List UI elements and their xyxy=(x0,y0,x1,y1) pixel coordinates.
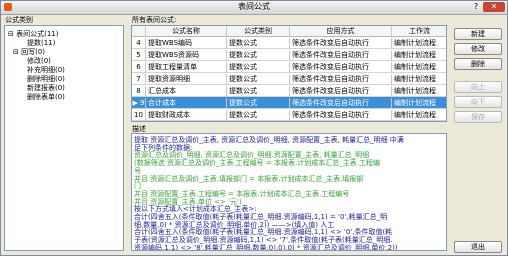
table-row[interactable]: 6 提取工程量清单 提数公式 筛选条件改变后自动执行 编制计划流程 xyxy=(132,61,446,73)
table-cell: 编制计划流程 xyxy=(392,62,446,72)
table-cell: 提取资源明细 xyxy=(146,74,227,84)
description-line: 资源编码,1,1) <> '8',耗量汇总_明细.数量,0),0),0) * 资… xyxy=(134,243,398,251)
table-cell: 提取工程量清单 xyxy=(146,62,227,72)
row-number: 8 xyxy=(132,86,146,96)
table-cell: 提取财政成本 xyxy=(146,110,227,120)
table-cell: 合计成本 xyxy=(146,98,227,108)
row-number: ▶ 9 xyxy=(132,98,146,108)
grid-label: 所有表间公式: xyxy=(132,16,177,24)
table-cell: 筛选条件改变后自动执行 xyxy=(290,38,392,48)
tree-item-delete-form[interactable]: 删除表单(0) xyxy=(27,93,65,101)
table-cell: 筛选条件改变后自动执行 xyxy=(290,50,392,60)
column-header[interactable]: 工作流 xyxy=(392,26,446,36)
table-cell: 编制计划流程 xyxy=(392,74,446,84)
tree-item-extract[interactable]: 提数(11) xyxy=(27,39,55,47)
move-up-button[interactable]: 向上 xyxy=(454,81,502,93)
table-cell: 编制计划流程 xyxy=(392,110,446,120)
tree-item-delete-detail[interactable]: 删除明细(0) xyxy=(27,75,65,83)
table-cell: 筛选条件改变后自动执行 xyxy=(290,62,392,72)
grid-header: 公式名称 公式类别 应用方式 工作流 xyxy=(132,26,446,37)
table-row[interactable]: 7 提取资源明细 提数公式 筛选条件改变后自动执行 编制计划流程 xyxy=(132,73,446,85)
table-row[interactable]: ▶ 9 合计成本 提数公式 筛选条件改变后自动执行 编制计划流程 xyxy=(132,97,446,109)
new-button[interactable]: 新建 xyxy=(454,28,502,40)
table-cell: 提数公式 xyxy=(227,62,290,72)
table-row[interactable]: 4 提取WBS编码 提数公式 筛选条件改变后自动执行 编制计划流程 xyxy=(132,37,446,49)
tree-item-add-detail[interactable]: 补充明细(0) xyxy=(27,66,65,74)
table-cell: 提取WBS资源码 xyxy=(146,50,227,60)
row-number: 4 xyxy=(132,38,146,48)
table-cell: 提数公式 xyxy=(227,38,290,48)
table-row[interactable]: 10 提取财政成本 提数公式 筛选条件改变后自动执行 编制计划流程 xyxy=(132,109,446,121)
tree-item-table-formulas[interactable]: ⊟ 表间公式(11) xyxy=(8,30,58,38)
delete-button[interactable]: 删除 xyxy=(454,58,502,70)
table-cell: 提数公式 xyxy=(227,86,290,96)
table-cell: 筛选条件改变后自动执行 xyxy=(290,86,392,96)
tree-item-writeback[interactable]: ⊟ 回写(0) xyxy=(13,48,45,56)
column-header[interactable]: 应用方式 xyxy=(290,26,392,36)
help-button[interactable]: ? xyxy=(470,2,482,12)
move-down-button[interactable]: 向下 xyxy=(454,96,502,108)
table-cell: 筛选条件改变后自动执行 xyxy=(290,74,392,84)
title-bar: 表间公式 ? ✕ xyxy=(1,1,507,15)
category-tree[interactable]: ⊟ 表间公式(11) 提数(11) ⊟ 回写(0) 修改(0) 补充明细(0) … xyxy=(4,25,124,251)
table-cell: 编制计划流程 xyxy=(392,86,446,96)
edit-button[interactable]: 修改 xyxy=(454,43,502,55)
table-cell: 筛选条件改变后自动执行 xyxy=(290,110,392,120)
table-cell: 提数公式 xyxy=(227,110,290,120)
column-header[interactable]: 公式类别 xyxy=(227,26,290,36)
table-row[interactable]: 8 汇总成本 提数公式 筛选条件改变后自动执行 编制计划流程 xyxy=(132,85,446,97)
table-row[interactable]: 5 提取WBS资源码 提数公式 筛选条件改变后自动执行 编制计划流程 xyxy=(132,49,446,61)
table-cell: 汇总成本 xyxy=(146,86,227,96)
column-header[interactable]: 公式名称 xyxy=(146,26,227,36)
formula-grid[interactable]: 公式名称 公式类别 应用方式 工作流 4 提取WBS编码 提数公式 筛选条件改变后自动执行编… xyxy=(131,25,447,122)
table-cell: 筛选条件改变后自动执行 xyxy=(290,98,392,108)
row-number: 6 xyxy=(132,62,146,72)
table-cell: 提数公式 xyxy=(227,50,290,60)
exit-button[interactable]: 退出 xyxy=(454,241,502,253)
table-cell: 提数公式 xyxy=(227,98,290,108)
table-cell: 提数公式 xyxy=(227,74,290,84)
description-label: 描述 xyxy=(132,125,146,133)
close-button[interactable]: ✕ xyxy=(483,2,505,12)
row-number: 5 xyxy=(132,50,146,60)
column-header[interactable] xyxy=(132,26,146,36)
row-number: 10 xyxy=(132,110,146,120)
tree-item-new-report[interactable]: 新建报表(0) xyxy=(27,84,65,92)
window-title: 表间公式 xyxy=(238,2,270,11)
tree-item-modify[interactable]: 修改(0) xyxy=(27,57,51,65)
row-number: 7 xyxy=(132,74,146,84)
save-button[interactable]: 保存 xyxy=(454,111,502,123)
table-cell: 编制计划流程 xyxy=(392,98,446,108)
category-label: 公式类别 xyxy=(5,16,33,24)
formula-dialog: 表间公式 ? ✕ 公式类别 ⊟ 表间公式(11) 提数(11) ⊟ 回写(0) … xyxy=(0,0,508,256)
table-cell: 编制计划流程 xyxy=(392,38,446,48)
table-cell: 编制计划流程 xyxy=(392,50,446,60)
description-box: 提取 资源汇总及调价_主表, 资源汇总及调价_明细, 资源配置_主表, 耗量汇总… xyxy=(131,133,447,251)
table-cell: 提取WBS编码 xyxy=(146,38,227,48)
